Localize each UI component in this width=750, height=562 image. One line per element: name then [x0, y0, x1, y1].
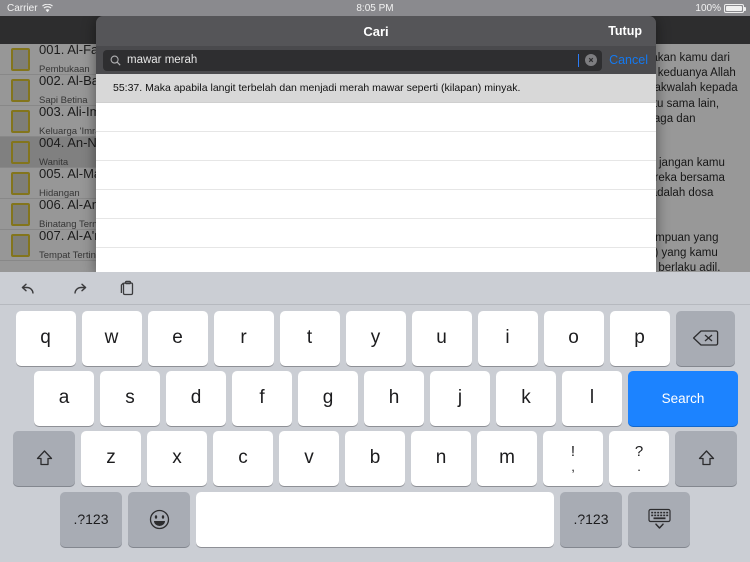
redo-icon[interactable]: [65, 277, 91, 299]
search-results-list[interactable]: 55:37. Maka apabila langit terbelah dan …: [96, 74, 656, 273]
key-top: ?: [634, 442, 644, 460]
key-sub: .: [637, 458, 641, 474]
key-v[interactable]: v: [279, 430, 339, 486]
emoji-key[interactable]: [128, 491, 190, 547]
search-modal-header: Cari Tutup: [96, 16, 656, 46]
shift-arrow-icon: [698, 450, 714, 466]
search-bar: mawar merah Cancel: [96, 46, 656, 74]
key-g[interactable]: g: [298, 370, 358, 426]
key-h[interactable]: h: [364, 370, 424, 426]
shift-key-left[interactable]: [13, 430, 75, 486]
search-result-row[interactable]: [96, 132, 656, 161]
space-key[interactable]: [196, 491, 554, 547]
search-result-row[interactable]: [96, 219, 656, 248]
search-modal-title: Cari: [363, 23, 389, 39]
key-z[interactable]: z: [81, 430, 141, 486]
key-r[interactable]: r: [213, 310, 274, 366]
clear-circle-icon: [588, 57, 594, 63]
ipad-screen: Carrier 8:05 PM 100% Da 001. Al-FatihahP…: [0, 0, 750, 562]
key-a[interactable]: a: [34, 370, 94, 426]
key-q[interactable]: q: [15, 310, 76, 366]
keyboard-row-1: qwertyuiop: [0, 308, 750, 368]
key-i[interactable]: i: [477, 310, 538, 366]
undo-icon[interactable]: [16, 277, 42, 299]
cancel-search-button[interactable]: Cancel: [609, 53, 648, 67]
keyboard-row-2: a s d f g h j k l Search: [0, 368, 750, 428]
key-p[interactable]: p: [609, 310, 670, 366]
search-result-row[interactable]: [96, 161, 656, 190]
key-m[interactable]: m: [477, 430, 537, 486]
numeric-key-left[interactable]: .?123: [60, 491, 122, 547]
status-bar: Carrier 8:05 PM 100%: [0, 0, 750, 16]
backspace-key[interactable]: [675, 310, 735, 366]
key-u[interactable]: u: [411, 310, 472, 366]
search-key[interactable]: Search: [628, 370, 738, 426]
shift-arrow-icon: [36, 450, 52, 466]
key-sub: ,: [571, 458, 575, 474]
key-k[interactable]: k: [496, 370, 556, 426]
search-result-row[interactable]: [96, 248, 656, 273]
key-e[interactable]: e: [147, 310, 208, 366]
key-s[interactable]: s: [100, 370, 160, 426]
battery-percent-label: 100%: [695, 2, 721, 14]
key-y[interactable]: y: [345, 310, 406, 366]
numeric-key-right[interactable]: .?123: [560, 491, 622, 547]
battery-full-icon: [724, 3, 746, 13]
search-result-row[interactable]: 55:37. Maka apabila langit terbelah dan …: [96, 74, 656, 103]
search-input[interactable]: mawar merah: [103, 49, 603, 71]
key-l[interactable]: l: [562, 370, 622, 426]
search-modal: Cari Tutup mawar merah Cancel 55:37. Mak…: [96, 16, 656, 273]
keyboard-toolbar: [0, 272, 750, 305]
key-top: !: [570, 442, 576, 460]
status-bar-right: 100%: [695, 2, 746, 14]
search-icon: [110, 55, 121, 66]
search-result-row[interactable]: [96, 103, 656, 132]
key-j[interactable]: j: [430, 370, 490, 426]
keyboard-row-3: z x c v b n m!,?.: [0, 428, 750, 488]
key-f[interactable]: f: [232, 370, 292, 426]
key-t[interactable]: t: [279, 310, 340, 366]
key-punct-0[interactable]: !,: [543, 430, 603, 486]
text-caret: [577, 53, 580, 67]
paste-icon[interactable]: [114, 277, 140, 299]
backspace-icon: [692, 330, 718, 346]
search-input-value: mawar merah: [127, 54, 198, 66]
close-modal-button[interactable]: Tutup: [608, 24, 642, 38]
key-c[interactable]: c: [213, 430, 273, 486]
hide-keyboard-key[interactable]: [628, 491, 690, 547]
onscreen-keyboard: qwertyuiop a s d f g h j k l Search z x c v b n m!,?. .…: [0, 272, 750, 562]
key-b[interactable]: b: [345, 430, 405, 486]
key-d[interactable]: d: [166, 370, 226, 426]
search-result-row[interactable]: [96, 190, 656, 219]
clear-search-button[interactable]: [585, 54, 598, 66]
key-x[interactable]: x: [147, 430, 207, 486]
status-bar-time: 8:05 PM: [356, 2, 394, 14]
hide-keyboard-icon: [647, 508, 671, 529]
key-punct-1[interactable]: ?.: [609, 430, 669, 486]
key-n[interactable]: n: [411, 430, 471, 486]
shift-key-right[interactable]: [675, 430, 737, 486]
key-w[interactable]: w: [81, 310, 142, 366]
keyboard-row-4: .?123 .?123: [0, 488, 750, 550]
key-o[interactable]: o: [543, 310, 604, 366]
emoji-smiley-icon: [149, 509, 169, 529]
